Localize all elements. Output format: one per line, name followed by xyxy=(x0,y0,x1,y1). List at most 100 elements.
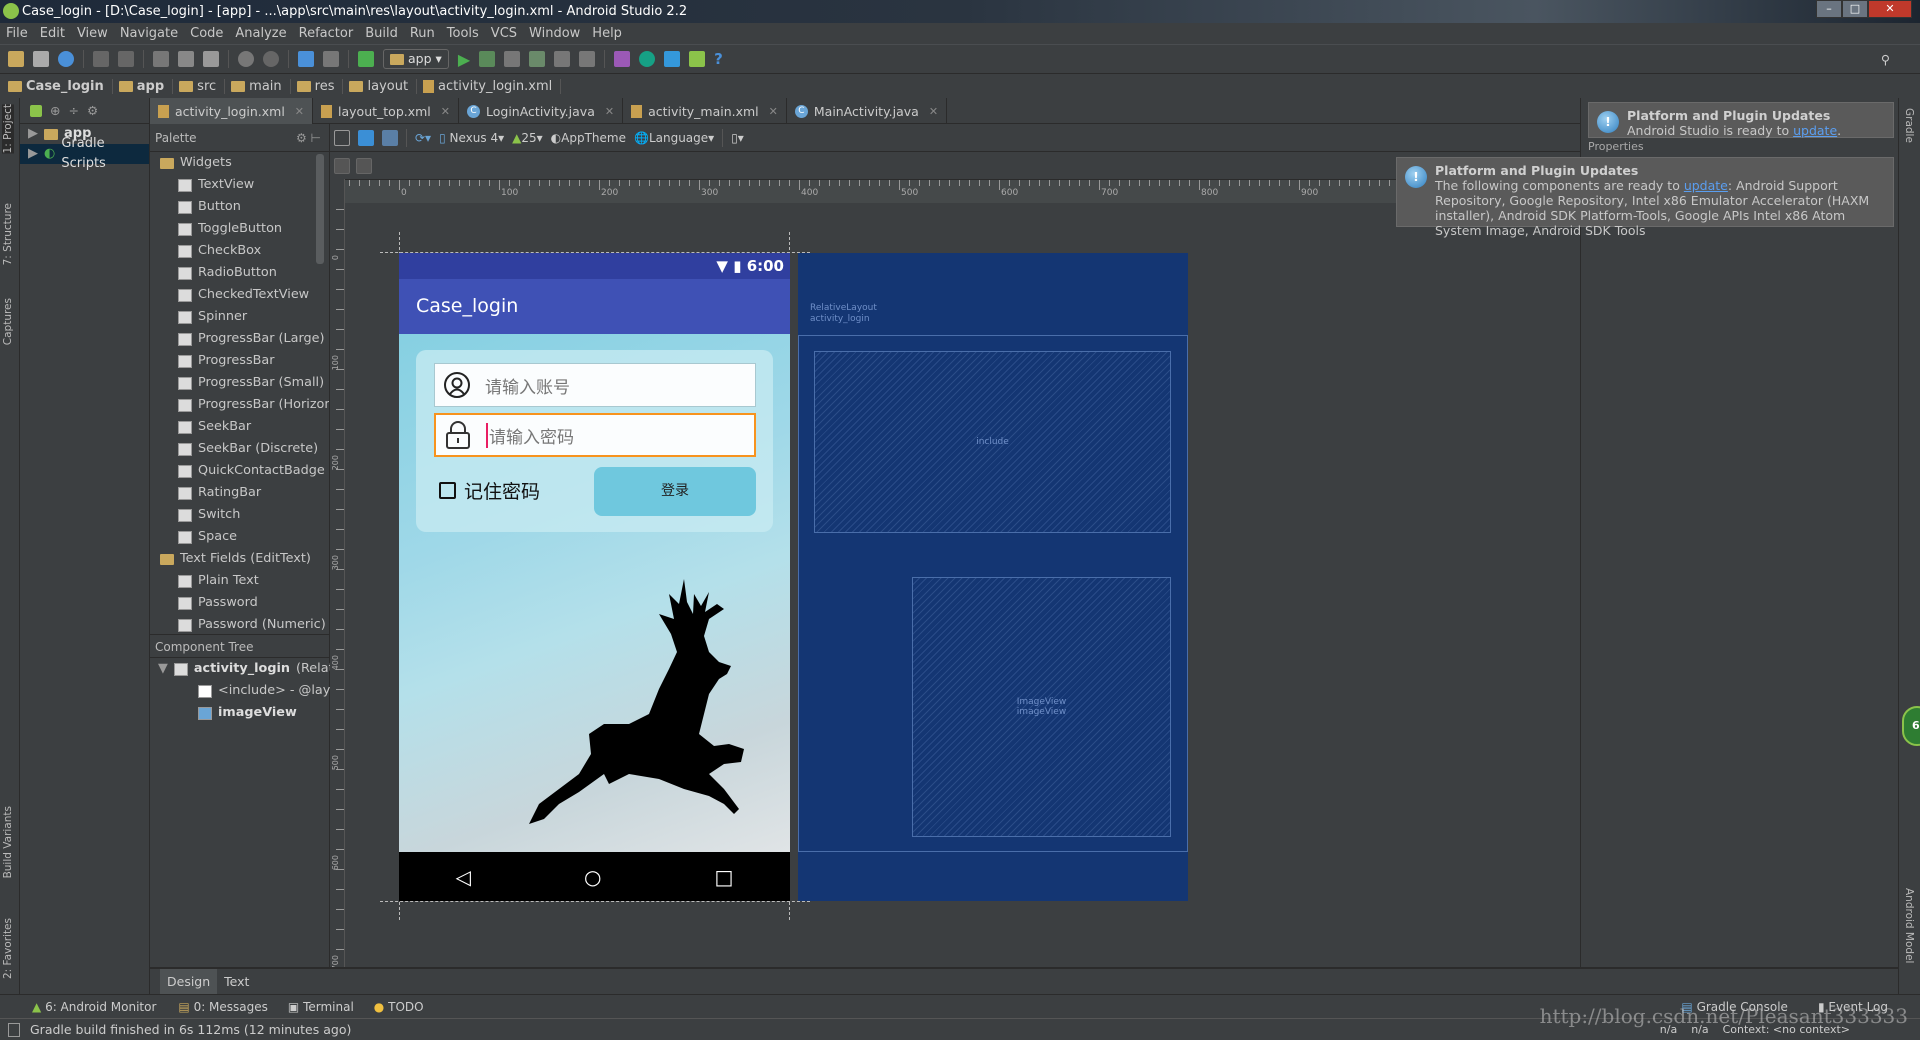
menu-file[interactable]: File xyxy=(6,26,28,41)
palette-item[interactable]: CheckedTextView xyxy=(150,284,329,306)
paste-icon[interactable] xyxy=(203,51,219,67)
device-variant-select[interactable]: ▯▾ xyxy=(731,131,744,145)
palette-item[interactable]: ProgressBar (Horizontal) xyxy=(150,394,329,416)
make-project-icon[interactable] xyxy=(358,51,374,67)
run-config-select[interactable]: app ▾ xyxy=(383,49,449,69)
avd-manager-icon[interactable] xyxy=(614,51,631,67)
palette-item[interactable]: Password xyxy=(150,592,329,614)
tree-node-imageview[interactable]: imageView xyxy=(150,702,330,724)
tab-activity-main-xml[interactable]: activity_main.xml ✕ xyxy=(623,98,787,124)
update-link[interactable]: update xyxy=(1793,123,1837,138)
rerun-icon[interactable] xyxy=(554,51,571,67)
palette-item[interactable]: Space xyxy=(150,526,329,548)
tool-tab-build-variants[interactable]: Build Variants xyxy=(2,806,14,878)
tab-design[interactable]: Design xyxy=(160,969,218,994)
tab-text[interactable]: Text xyxy=(217,969,256,994)
blueprint-view-icon[interactable] xyxy=(358,129,374,146)
maximize-button[interactable]: □ xyxy=(1842,0,1868,18)
imageview-blueprint[interactable]: ImageView imageView xyxy=(912,577,1171,837)
remember-password-checkbox[interactable]: 记住密码 xyxy=(439,477,540,504)
account-input[interactable]: 请输入账号 xyxy=(434,363,756,407)
palette-item[interactable]: Password (Numeric) xyxy=(150,614,329,636)
android-icon[interactable] xyxy=(30,104,42,117)
expand-horizontal-icon[interactable] xyxy=(334,157,350,174)
breadcrumb-item[interactable]: layout xyxy=(349,78,418,94)
include-blueprint[interactable]: include xyxy=(814,351,1171,533)
palette-item[interactable]: SeekBar (Discrete) xyxy=(150,438,329,460)
palette-item[interactable]: ProgressBar (Large) xyxy=(150,328,329,350)
menu-edit[interactable]: Edit xyxy=(40,26,65,41)
menu-window[interactable]: Window xyxy=(529,26,580,41)
palette-item[interactable]: SeekBar xyxy=(150,416,329,438)
messages-button[interactable]: ▤ 0: Messages xyxy=(178,1000,268,1014)
breadcrumb-item[interactable]: res xyxy=(296,78,344,94)
redo-icon[interactable] xyxy=(118,51,134,67)
both-view-icon[interactable] xyxy=(382,129,398,146)
save-icon[interactable] xyxy=(33,51,49,67)
theme-select[interactable]: ◐AppTheme xyxy=(551,131,626,145)
breadcrumb-item[interactable]: main xyxy=(231,78,291,94)
breadcrumb-item[interactable]: activity_login.xml xyxy=(423,78,562,94)
expand-vertical-icon[interactable] xyxy=(356,157,372,174)
palette-item[interactable]: Plain Text xyxy=(150,570,329,592)
tab-main-activity-java[interactable]: C MainActivity.java ✕ xyxy=(787,98,948,124)
device-select[interactable]: ▯ Nexus 4▾ xyxy=(439,131,504,145)
help-icon[interactable]: ? xyxy=(714,50,723,68)
breadcrumb-item[interactable]: src xyxy=(179,78,226,94)
sync-gradle-icon[interactable] xyxy=(639,51,656,67)
tab-layout-top-xml[interactable]: layout_top.xml ✕ xyxy=(313,98,459,124)
forward-icon[interactable] xyxy=(323,51,339,67)
collapse-all-icon[interactable]: ÷ xyxy=(68,103,78,118)
palette-category[interactable]: Text Fields (EditText) xyxy=(150,548,329,570)
tree-node-include[interactable]: <include> - @layout/layout_top xyxy=(150,680,330,702)
apply-changes-icon[interactable] xyxy=(529,51,546,67)
profile-icon[interactable] xyxy=(504,51,521,67)
palette-category[interactable]: Widgets xyxy=(150,152,329,174)
palette-item[interactable]: Switch xyxy=(150,504,329,526)
sdk-manager-icon[interactable] xyxy=(689,51,706,67)
minimize-button[interactable]: – xyxy=(1816,0,1842,18)
find-icon[interactable] xyxy=(238,51,254,67)
copy-icon[interactable] xyxy=(178,51,194,67)
blueprint-view[interactable]: RelativeLayout activity_login include Ima… xyxy=(798,253,1188,901)
cut-icon[interactable] xyxy=(153,51,169,67)
menu-refactor[interactable]: Refactor xyxy=(299,26,354,41)
gear-icon[interactable]: ⚙ ⊢ xyxy=(296,131,321,145)
tab-login-activity-java[interactable]: C LoginActivity.java ✕ xyxy=(459,98,624,124)
tree-item-gradle-scripts[interactable]: ▶ ◐ Gradle Scripts xyxy=(20,136,149,171)
palette-item[interactable]: TextView xyxy=(150,174,329,196)
replace-icon[interactable] xyxy=(263,51,279,67)
palette-item[interactable]: RatingBar xyxy=(150,482,329,504)
run-icon[interactable]: ▶ xyxy=(458,50,470,69)
update-link[interactable]: update xyxy=(1684,178,1728,193)
breadcrumb-item[interactable]: Case_login xyxy=(8,78,113,94)
menu-vcs[interactable]: VCS xyxy=(491,26,517,41)
palette-scrollbar[interactable] xyxy=(316,154,324,264)
search-everywhere-icon[interactable]: ⚲ xyxy=(1881,52,1890,67)
palette-item[interactable]: ToggleButton xyxy=(150,218,329,240)
tool-tab-gradle[interactable]: Gradle xyxy=(1903,108,1915,143)
tool-tab-project[interactable]: 1: Project xyxy=(2,104,14,154)
open-folder-icon[interactable] xyxy=(8,51,24,67)
orientation-icon[interactable]: ⟳▾ xyxy=(415,131,431,145)
floating-badge[interactable]: 60 xyxy=(1902,706,1920,746)
palette-item[interactable]: ProgressBar xyxy=(150,350,329,372)
tool-tab-captures[interactable]: Captures xyxy=(2,298,14,345)
design-preview[interactable]: ▼ ▮ 6:00 Case_login 请输入账号 请输入密码 记住密码 登录 … xyxy=(399,253,790,901)
android-monitor-button[interactable]: ▲ 6: Android Monitor xyxy=(32,1000,156,1014)
back-icon[interactable] xyxy=(298,51,314,67)
menu-run[interactable]: Run xyxy=(410,26,435,41)
notification-update[interactable]: ! Platform and Plugin Updates Android St… xyxy=(1588,102,1894,138)
tool-tab-android-model[interactable]: Android Model xyxy=(1903,888,1915,963)
palette-item[interactable]: QuickContactBadge xyxy=(150,460,329,482)
palette-item[interactable]: RadioButton xyxy=(150,262,329,284)
menu-help[interactable]: Help xyxy=(592,26,622,41)
login-button[interactable]: 登录 xyxy=(594,467,756,516)
tree-node-root[interactable]: ▼activity_login(RelativeLayout) xyxy=(150,658,330,680)
close-button[interactable]: ✕ xyxy=(1868,0,1912,18)
password-input[interactable]: 请输入密码 xyxy=(434,413,756,457)
undo-icon[interactable] xyxy=(93,51,109,67)
menu-analyze[interactable]: Analyze xyxy=(235,26,286,41)
scroll-from-source-icon[interactable]: ⊕ xyxy=(50,103,60,118)
gear-icon[interactable]: ⚙ xyxy=(87,103,98,118)
